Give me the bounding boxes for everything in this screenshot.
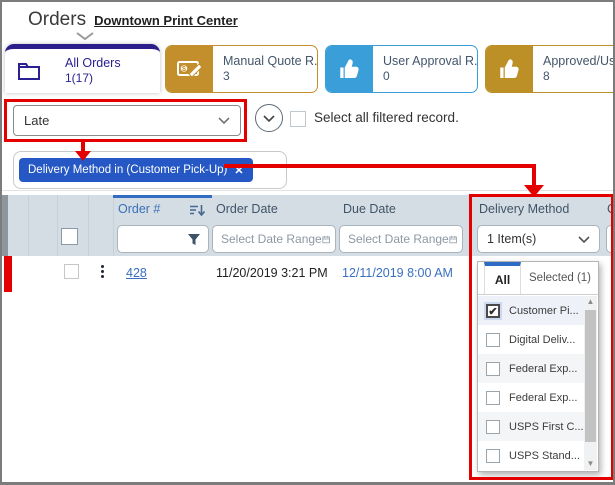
- folder-icon: [17, 61, 41, 81]
- expand-filters-button[interactable]: [255, 104, 283, 132]
- page-title: Orders: [28, 9, 86, 31]
- tab-count: 1(17): [65, 71, 121, 86]
- checkbox-checked[interactable]: ✔: [486, 304, 500, 318]
- tab-count: 3: [223, 69, 318, 84]
- column-header-due-date[interactable]: Due Date: [343, 202, 396, 216]
- tab-manual-quote[interactable]: $ Manual Quote R... 3: [165, 45, 318, 93]
- tab-approved[interactable]: Approved/Use... 8: [485, 45, 615, 93]
- checkbox-unchecked[interactable]: [486, 449, 500, 463]
- list-item-federal-express-2[interactable]: Federal Exp...: [478, 383, 585, 412]
- column-separator: [57, 195, 58, 256]
- tab-label: Manual Quote R...: [223, 54, 318, 70]
- chevron-down-icon: [263, 115, 275, 122]
- date-range-placeholder: Select Date Range: [221, 232, 322, 246]
- checkbox-unchecked[interactable]: [486, 362, 500, 376]
- tab-count: 0: [383, 69, 478, 84]
- item-label: Customer Pi...: [509, 305, 579, 317]
- funnel-icon[interactable]: [187, 233, 201, 246]
- order-number-link[interactable]: 428: [126, 266, 147, 280]
- tab-label: All Orders: [65, 56, 121, 72]
- row-checkbox[interactable]: [64, 264, 79, 279]
- select-all-label: Select all filtered record.: [314, 110, 459, 125]
- item-label: Digital Deliv...: [509, 334, 575, 346]
- checkbox-unchecked[interactable]: [486, 333, 500, 347]
- annotation-box-view-filter: [4, 99, 247, 142]
- dropdown-tabs: All Selected (1): [478, 262, 598, 295]
- column-header-order-date[interactable]: Order Date: [216, 202, 278, 216]
- annotation-arrow-line: [532, 164, 536, 186]
- item-label: USPS First C...: [509, 421, 584, 433]
- list-item-usps-standard[interactable]: USPS Stand...: [478, 441, 585, 470]
- due-date-cell: 12/11/2019 8:00 AM: [342, 266, 453, 280]
- scroll-up-icon[interactable]: ▲: [584, 296, 597, 308]
- delivery-filter-value: 1 Item(s): [487, 232, 536, 246]
- thumbs-up-icon: [498, 57, 522, 81]
- item-label: USPS Stand...: [509, 450, 580, 462]
- calendar-icon[interactable]: [322, 232, 330, 247]
- divider: [2, 190, 613, 191]
- sorted-column-indicator: [113, 195, 212, 198]
- delivery-method-filter-dropdown[interactable]: 1 Item(s): [477, 225, 600, 253]
- column-header-order[interactable]: Order #: [118, 202, 160, 216]
- order-date-range-field[interactable]: Select Date Range: [212, 225, 336, 253]
- quote-pencil-icon: $: [177, 58, 203, 80]
- page-header: Orders Downtown Print Center: [28, 9, 238, 31]
- annotation-arrow-head: [75, 151, 91, 161]
- scrollbar-thumb[interactable]: [585, 310, 596, 442]
- tab-count: 8: [543, 69, 615, 84]
- annotation-arrow-line: [224, 164, 536, 168]
- checkbox-unchecked[interactable]: [486, 391, 500, 405]
- store-link[interactable]: Downtown Print Center: [94, 13, 238, 28]
- item-label: Federal Exp...: [509, 392, 577, 404]
- orders-window: Orders Downtown Print Center All Orders …: [0, 0, 615, 485]
- delivery-method-dropdown-panel: All Selected (1) ✔ Customer Pi... Digita…: [477, 261, 599, 472]
- scroll-down-icon[interactable]: ▼: [584, 458, 597, 470]
- chip-label: Delivery Method in (Customer Pick-Up): [28, 164, 227, 176]
- row-menu-icon[interactable]: [99, 263, 106, 280]
- tab-label: Approved/Use...: [543, 54, 615, 70]
- column-header-delivery-method[interactable]: Delivery Method: [479, 202, 569, 216]
- column-header-partial[interactable]: C: [607, 202, 615, 216]
- svg-text:$: $: [182, 66, 186, 73]
- column-separator: [28, 195, 29, 256]
- thumbs-up-icon: [338, 57, 362, 81]
- dropdown-scrollbar[interactable]: ▲ ▼: [584, 296, 597, 470]
- order-filter-input[interactable]: [127, 229, 187, 249]
- select-all-checkbox[interactable]: [290, 111, 306, 127]
- calendar-icon[interactable]: [449, 232, 457, 247]
- sort-icon[interactable]: [190, 205, 205, 217]
- chevron-down-icon[interactable]: [76, 32, 94, 41]
- late-row-indicator: [4, 256, 12, 292]
- item-label: Federal Exp...: [509, 363, 577, 375]
- column-separator: [113, 195, 114, 256]
- due-date-range-field[interactable]: Select Date Range: [339, 225, 463, 253]
- annotation-arrow-head: [524, 185, 544, 197]
- table-edge-strip: [2, 195, 8, 256]
- list-item-digital-delivery[interactable]: Digital Deliv...: [478, 325, 585, 354]
- dropdown-tab-all[interactable]: All: [484, 262, 521, 294]
- checkbox-unchecked[interactable]: [486, 420, 500, 434]
- date-range-placeholder: Select Date Range: [348, 232, 449, 246]
- partial-filter-field: [606, 225, 615, 253]
- column-separator: [88, 195, 89, 256]
- dropdown-list: ✔ Customer Pi... Digital Deliv... Federa…: [478, 296, 585, 470]
- tab-label: User Approval R...: [383, 54, 478, 70]
- dropdown-tab-selected[interactable]: Selected (1): [521, 262, 591, 294]
- list-item-federal-express-1[interactable]: Federal Exp...: [478, 354, 585, 383]
- chevron-down-icon: [578, 236, 590, 243]
- list-item-customer-pickup[interactable]: ✔ Customer Pi...: [478, 296, 585, 325]
- delivery-filter-chip[interactable]: Delivery Method in (Customer Pick-Up) ✕: [19, 158, 253, 182]
- list-item-usps-first-class[interactable]: USPS First C...: [478, 412, 585, 441]
- tab-user-approval[interactable]: User Approval R... 0: [325, 45, 478, 93]
- tab-all-orders[interactable]: All Orders 1(17): [5, 44, 160, 93]
- order-filter-field: [117, 225, 209, 253]
- header-select-all-checkbox[interactable]: [61, 228, 78, 245]
- order-date-cell: 11/20/2019 3:21 PM: [216, 266, 328, 280]
